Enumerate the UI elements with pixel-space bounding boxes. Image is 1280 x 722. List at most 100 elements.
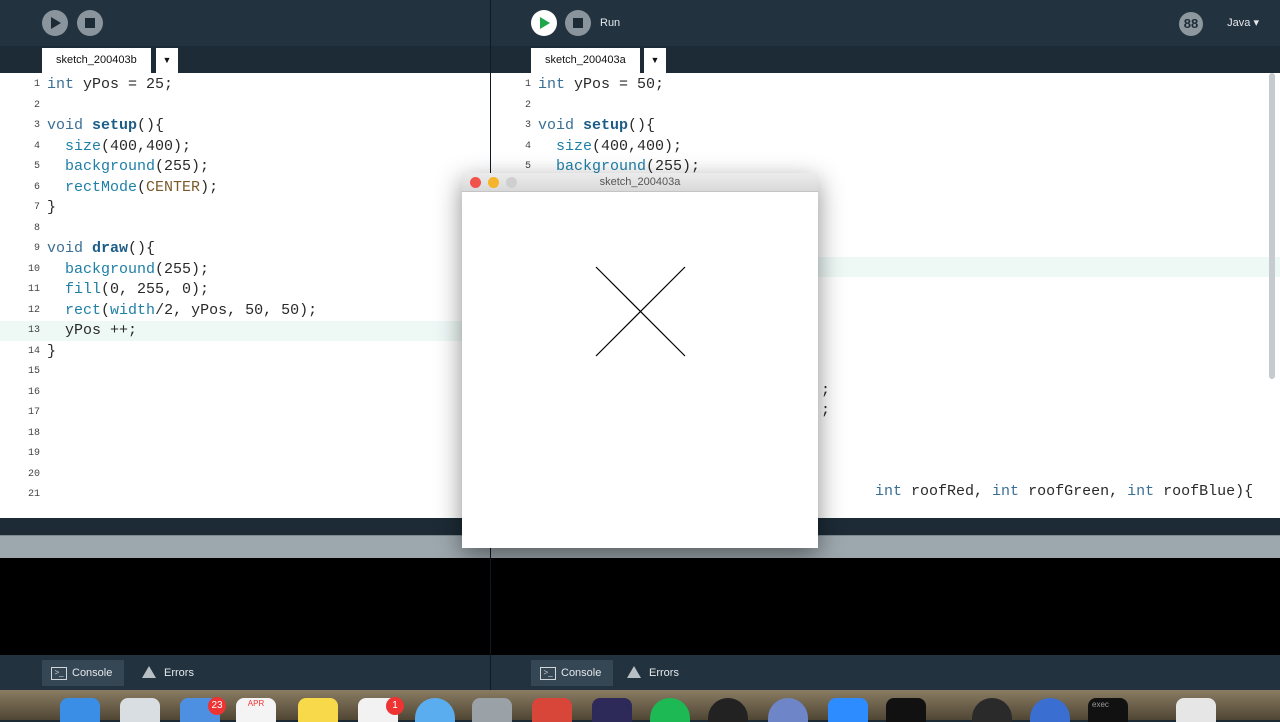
- right-console-footer: >_ Console Errors: [491, 655, 1280, 690]
- code-text: int yPos = 50;: [538, 76, 665, 93]
- code-text: rectMode(CENTER);: [65, 178, 219, 196]
- code-line: 2: [0, 96, 490, 116]
- line-number: 13: [27, 325, 40, 336]
- system-preferences-icon[interactable]: [472, 698, 512, 722]
- code-line: 13 yPos ++;: [0, 321, 490, 341]
- errors-tab-label: Errors: [649, 667, 679, 679]
- code-text: size(400,400);: [65, 137, 192, 155]
- app-icon[interactable]: [1030, 698, 1070, 722]
- line-number: 21: [27, 489, 40, 500]
- macos-dock: 23 APR 1 exec: [0, 690, 1280, 722]
- line-number: 2: [33, 99, 40, 111]
- spotify-icon[interactable]: [650, 698, 690, 722]
- left-console-output: [0, 558, 490, 655]
- run-button[interactable]: [42, 10, 68, 36]
- code-text: int yPos = 25;: [47, 76, 174, 93]
- line-number: 3: [33, 120, 40, 131]
- code-line: 4 size(400,400);: [0, 137, 490, 157]
- discord-icon[interactable]: [768, 698, 808, 722]
- line-number: 4: [33, 140, 40, 152]
- stop-button[interactable]: [77, 10, 103, 36]
- right-console-output: [491, 558, 1280, 655]
- sketch-output-window[interactable]: sketch_200403a: [462, 173, 818, 548]
- reminders-badge: 1: [386, 697, 404, 715]
- tab-menu-button[interactable]: ▼: [156, 48, 178, 73]
- mail-badge: 23: [208, 697, 226, 715]
- line-number: 9: [33, 243, 40, 254]
- code-fragment: ;: [821, 382, 831, 399]
- line-number: 4: [524, 140, 531, 152]
- mail-icon[interactable]: 23: [180, 697, 226, 722]
- calendar-icon[interactable]: APR: [236, 698, 276, 722]
- code-line: 1 int yPos = 50;: [491, 75, 1280, 95]
- reminders-icon[interactable]: 1: [358, 697, 404, 722]
- line-number: 7: [33, 202, 40, 213]
- tab-menu-button[interactable]: ▼: [644, 48, 666, 73]
- app-icon[interactable]: [972, 698, 1012, 722]
- line-number: 5: [33, 161, 40, 172]
- line-number: 12: [27, 304, 40, 316]
- mode-selector[interactable]: Java ▾: [1227, 16, 1259, 29]
- right-tabbar: sketch_200403a ▼: [491, 46, 1280, 73]
- sketch-window-title: sketch_200403a: [599, 176, 681, 188]
- code-line: 19: [0, 444, 490, 464]
- errors-tab-label: Errors: [164, 667, 194, 679]
- tab-sketch-b[interactable]: sketch_200403b: [42, 48, 151, 73]
- trash-icon[interactable]: [1176, 698, 1216, 722]
- code-text: background(255);: [65, 158, 210, 175]
- chevron-down-icon: ▼: [162, 55, 172, 65]
- zoom-icon[interactable]: [828, 698, 868, 722]
- code-line: 20: [0, 465, 490, 485]
- todoist-icon[interactable]: [532, 698, 572, 722]
- editor-scrollbar[interactable]: [1269, 73, 1275, 379]
- safari-icon[interactable]: [415, 698, 455, 722]
- left-console-footer: >_ Console Errors: [0, 655, 490, 690]
- line-number: 14: [27, 345, 40, 357]
- calendar-month: APR: [247, 699, 265, 708]
- sketch-window-titlebar[interactable]: sketch_200403a: [462, 173, 818, 192]
- code-text: void draw(){: [47, 240, 156, 257]
- code-line: 17: [0, 403, 490, 423]
- sketch-canvas: [595, 266, 686, 357]
- right-toolbar: Run 88 Java ▾: [491, 0, 1280, 46]
- code-line: 18: [0, 424, 490, 444]
- code-text: void setup(){: [538, 117, 656, 134]
- line-number: 15: [27, 366, 40, 377]
- line-number: 11: [27, 284, 40, 295]
- code-line: 4 size(400,400);: [491, 137, 1280, 157]
- run-button-active[interactable]: [531, 10, 557, 36]
- code-fragment: ;: [821, 402, 831, 419]
- line-number: 20: [27, 468, 40, 480]
- code-text: yPos ++;: [47, 322, 138, 339]
- left-code-editor[interactable]: 1 int yPos = 25; 2 3 void setup(){4 size(400…: [0, 73, 490, 518]
- left-ide-window: sketch_200403b ▼ 1 int yPos = 25; 2 3 void s…: [0, 0, 490, 690]
- terminal-app-icon[interactable]: [886, 698, 926, 722]
- app-icon[interactable]: [592, 698, 632, 722]
- preview-icon[interactable]: [120, 698, 160, 722]
- errors-tab[interactable]: Errors: [134, 660, 206, 686]
- processing-icon[interactable]: [708, 698, 748, 722]
- notes-icon[interactable]: [298, 698, 338, 722]
- terminal-icon: >_: [51, 667, 67, 680]
- code-text: fill(0, 255, 0);: [65, 281, 210, 298]
- debugger-icon[interactable]: 88: [1179, 12, 1203, 36]
- code-line: 3 void setup(){: [491, 116, 1280, 136]
- exec-icon[interactable]: exec: [1088, 698, 1128, 722]
- editor-console-divider[interactable]: [0, 535, 490, 558]
- line-number: 6: [33, 181, 40, 193]
- console-tab[interactable]: >_ Console: [531, 660, 614, 686]
- tab-sketch-a[interactable]: sketch_200403a: [531, 48, 640, 73]
- line-number: 8: [33, 222, 40, 234]
- console-tab[interactable]: >_ Console: [42, 660, 125, 686]
- terminal-icon: >_: [540, 667, 556, 680]
- code-text: }: [47, 199, 57, 216]
- chevron-down-icon: ▼: [650, 55, 660, 65]
- chevron-down-icon: ▾: [1253, 17, 1259, 29]
- console-tab-label: Console: [561, 667, 602, 679]
- code-line: 5 background(255);: [0, 157, 490, 177]
- errors-tab[interactable]: Errors: [619, 660, 691, 686]
- code-line: 15: [0, 362, 490, 382]
- stop-button[interactable]: [565, 10, 591, 36]
- code-line: 14}: [0, 342, 490, 362]
- finder-icon[interactable]: [60, 698, 100, 722]
